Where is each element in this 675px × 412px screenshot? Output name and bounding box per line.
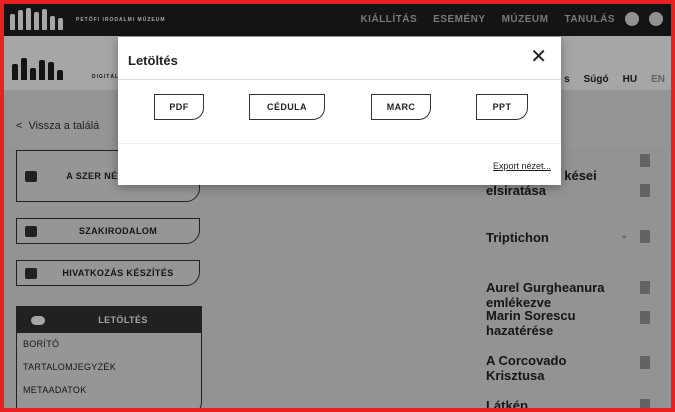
ppt-button[interactable]: PPT [476,94,528,120]
marc-button[interactable]: MARC [371,94,431,120]
cedula-button[interactable]: CÉDULA [249,94,325,120]
pdf-button[interactable]: PDF [154,94,204,120]
export-view-link[interactable]: Export nézet... [493,161,551,171]
modal-title: Letöltés [128,53,178,68]
close-icon[interactable]: ✕ [530,47,547,67]
modal-footer-divider [118,143,561,144]
app-frame: PETŐFI IRODALMI MÚZEUM KIÁLLÍTÁS ESEMÉNY… [0,0,675,412]
download-modal: Letöltés ✕ PDF CÉDULA MARC PPT Export né… [118,37,561,185]
modal-divider [118,79,561,80]
